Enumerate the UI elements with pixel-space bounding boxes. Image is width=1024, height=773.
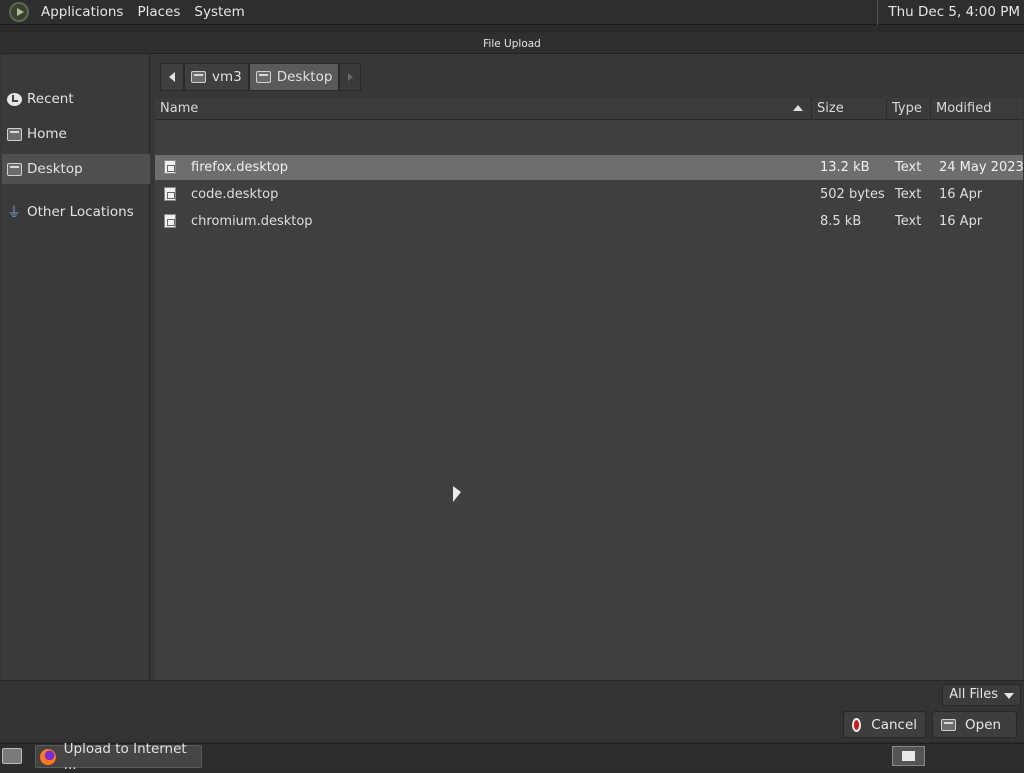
sidebar-item-label: Home	[27, 126, 67, 142]
path-forward-button[interactable]	[339, 63, 362, 91]
file-type: Text	[895, 160, 922, 175]
applications-menu[interactable]: Applications	[34, 4, 130, 20]
file-modified: 16 Apr	[939, 187, 983, 202]
sidebar-item-other-locations[interactable]: ⏚ Other Locations	[2, 197, 150, 227]
file-size: 8.5 kB	[820, 214, 862, 229]
system-menu[interactable]: System	[187, 4, 251, 20]
file-type: Text	[895, 187, 922, 202]
file-modified: 24 May 2023	[939, 160, 1024, 175]
network-icon: ⏚	[7, 204, 21, 221]
text-file-icon	[164, 214, 176, 228]
path-segment-desktop[interactable]: Desktop	[248, 63, 340, 91]
desktop-folder-icon	[7, 162, 22, 176]
sidebar-item-label: Recent	[27, 91, 74, 107]
column-name-header[interactable]: Name	[155, 98, 812, 120]
file-name: chromium.desktop	[191, 214, 313, 229]
sidebar-item-desktop[interactable]: Desktop	[2, 154, 150, 184]
places-menu[interactable]: Places	[130, 4, 187, 20]
workspace-switcher[interactable]	[892, 746, 925, 766]
path-segment-vm3[interactable]: vm3	[184, 63, 249, 91]
recent-icon	[7, 92, 22, 106]
file-row-firefox[interactable]: firefox.desktop 13.2 kB Text 24 May 2023	[155, 155, 1024, 180]
clock[interactable]: Thu Dec 5, 4:00 PM	[877, 0, 1020, 25]
show-desktop-icon[interactable]	[2, 748, 22, 764]
file-size: 13.2 kB	[820, 160, 870, 175]
path-bar: vm3 Desktop	[160, 63, 362, 91]
cancel-icon	[852, 717, 862, 732]
dialog-title: File Upload	[0, 33, 1024, 54]
cancel-button[interactable]: Cancel	[843, 711, 926, 738]
column-header: Name Size Type Modified	[155, 98, 1023, 120]
file-modified: 16 Apr	[939, 214, 983, 229]
sort-ascending-icon	[793, 105, 803, 111]
file-type: Text	[895, 214, 922, 229]
chevron-right-icon	[347, 73, 353, 81]
column-type-header[interactable]: Type	[887, 98, 931, 120]
open-button[interactable]: Open	[932, 711, 1017, 738]
top-panel: Applications Places System Thu Dec 5, 4:…	[0, 0, 1024, 25]
open-label: Open	[965, 716, 1002, 733]
column-modified-header[interactable]: Modified	[931, 98, 1023, 120]
path-back-button[interactable]	[160, 63, 184, 91]
file-row-chromium[interactable]: chromium.desktop 8.5 kB Text 16 Apr	[155, 209, 1023, 234]
path-segment-label: vm3	[212, 69, 242, 85]
sidebar-item-recent[interactable]: Recent	[2, 84, 150, 114]
home-folder-icon	[191, 71, 206, 83]
mouse-pointer-icon	[453, 486, 461, 502]
file-name: firefox.desktop	[191, 160, 289, 175]
taskbar: Upload to Internet ...	[0, 741, 1024, 773]
firefox-icon	[40, 748, 56, 765]
column-size-header[interactable]: Size	[812, 98, 887, 120]
cancel-label: Cancel	[871, 716, 917, 733]
file-size: 502 bytes	[820, 187, 885, 202]
file-filter-dropdown[interactable]: All Files	[942, 684, 1021, 706]
chevron-left-icon	[169, 72, 175, 82]
text-file-icon	[164, 160, 176, 174]
path-segment-label: Desktop	[276, 69, 333, 85]
file-list[interactable]: Name Size Type Modified firefox.desktop …	[155, 98, 1024, 680]
file-name: code.desktop	[191, 187, 279, 202]
sidebar-item-label: Desktop	[27, 161, 83, 177]
distro-logo-icon[interactable]	[9, 2, 29, 22]
sidebar-item-home[interactable]: Home	[2, 119, 150, 149]
taskbar-window-button[interactable]: Upload to Internet ...	[35, 741, 202, 773]
file-upload-dialog: File Upload Recent Home Desktop ⏚ Other …	[0, 33, 1024, 742]
sidebar-item-label: Other Locations	[27, 204, 134, 220]
home-folder-icon	[7, 127, 22, 141]
desktop-folder-icon	[255, 71, 271, 83]
text-file-icon	[164, 187, 176, 201]
places-sidebar: Recent Home Desktop ⏚ Other Locations	[2, 54, 150, 680]
open-folder-icon	[941, 718, 956, 731]
file-row-code[interactable]: code.desktop 502 bytes Text 16 Apr	[155, 182, 1023, 207]
dialog-action-area: All Files Cancel Open	[0, 680, 1024, 742]
